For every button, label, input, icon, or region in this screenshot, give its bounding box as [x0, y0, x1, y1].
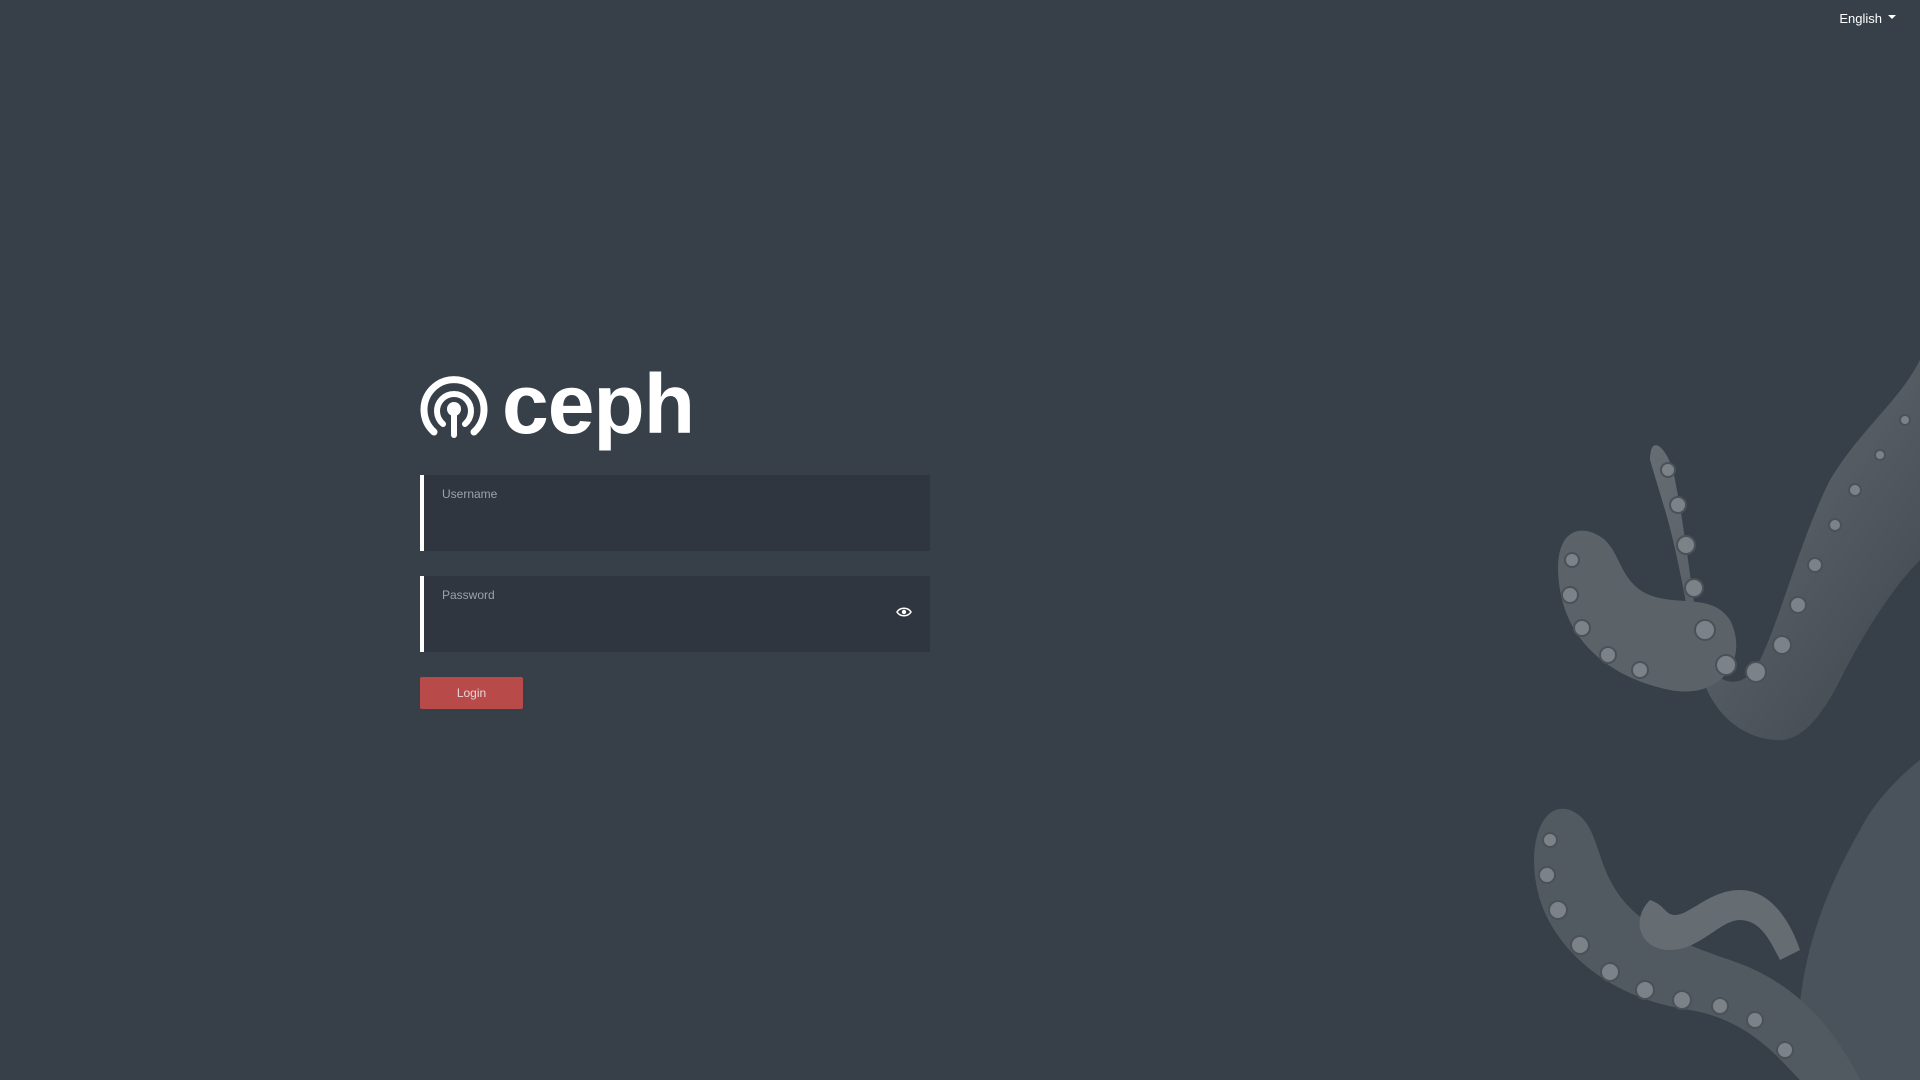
- eye-icon[interactable]: [896, 606, 912, 618]
- password-field[interactable]: Password: [420, 576, 930, 652]
- password-label: Password: [442, 588, 495, 602]
- language-dropdown[interactable]: English: [1839, 11, 1896, 26]
- username-input[interactable]: [442, 507, 882, 541]
- language-label: English: [1839, 11, 1882, 26]
- password-input[interactable]: [442, 608, 882, 642]
- octopus-background-image: [1534, 360, 1920, 1080]
- username-field[interactable]: Username: [420, 475, 930, 551]
- ceph-logo: ceph: [420, 362, 695, 446]
- login-button[interactable]: Login: [420, 677, 523, 709]
- chevron-down-icon: [1888, 14, 1896, 19]
- username-label: Username: [442, 487, 498, 501]
- login-page: English ceph Username Password Login: [0, 0, 1920, 1080]
- ceph-logo-text: ceph: [502, 357, 695, 451]
- ceph-logo-icon: [420, 376, 488, 438]
